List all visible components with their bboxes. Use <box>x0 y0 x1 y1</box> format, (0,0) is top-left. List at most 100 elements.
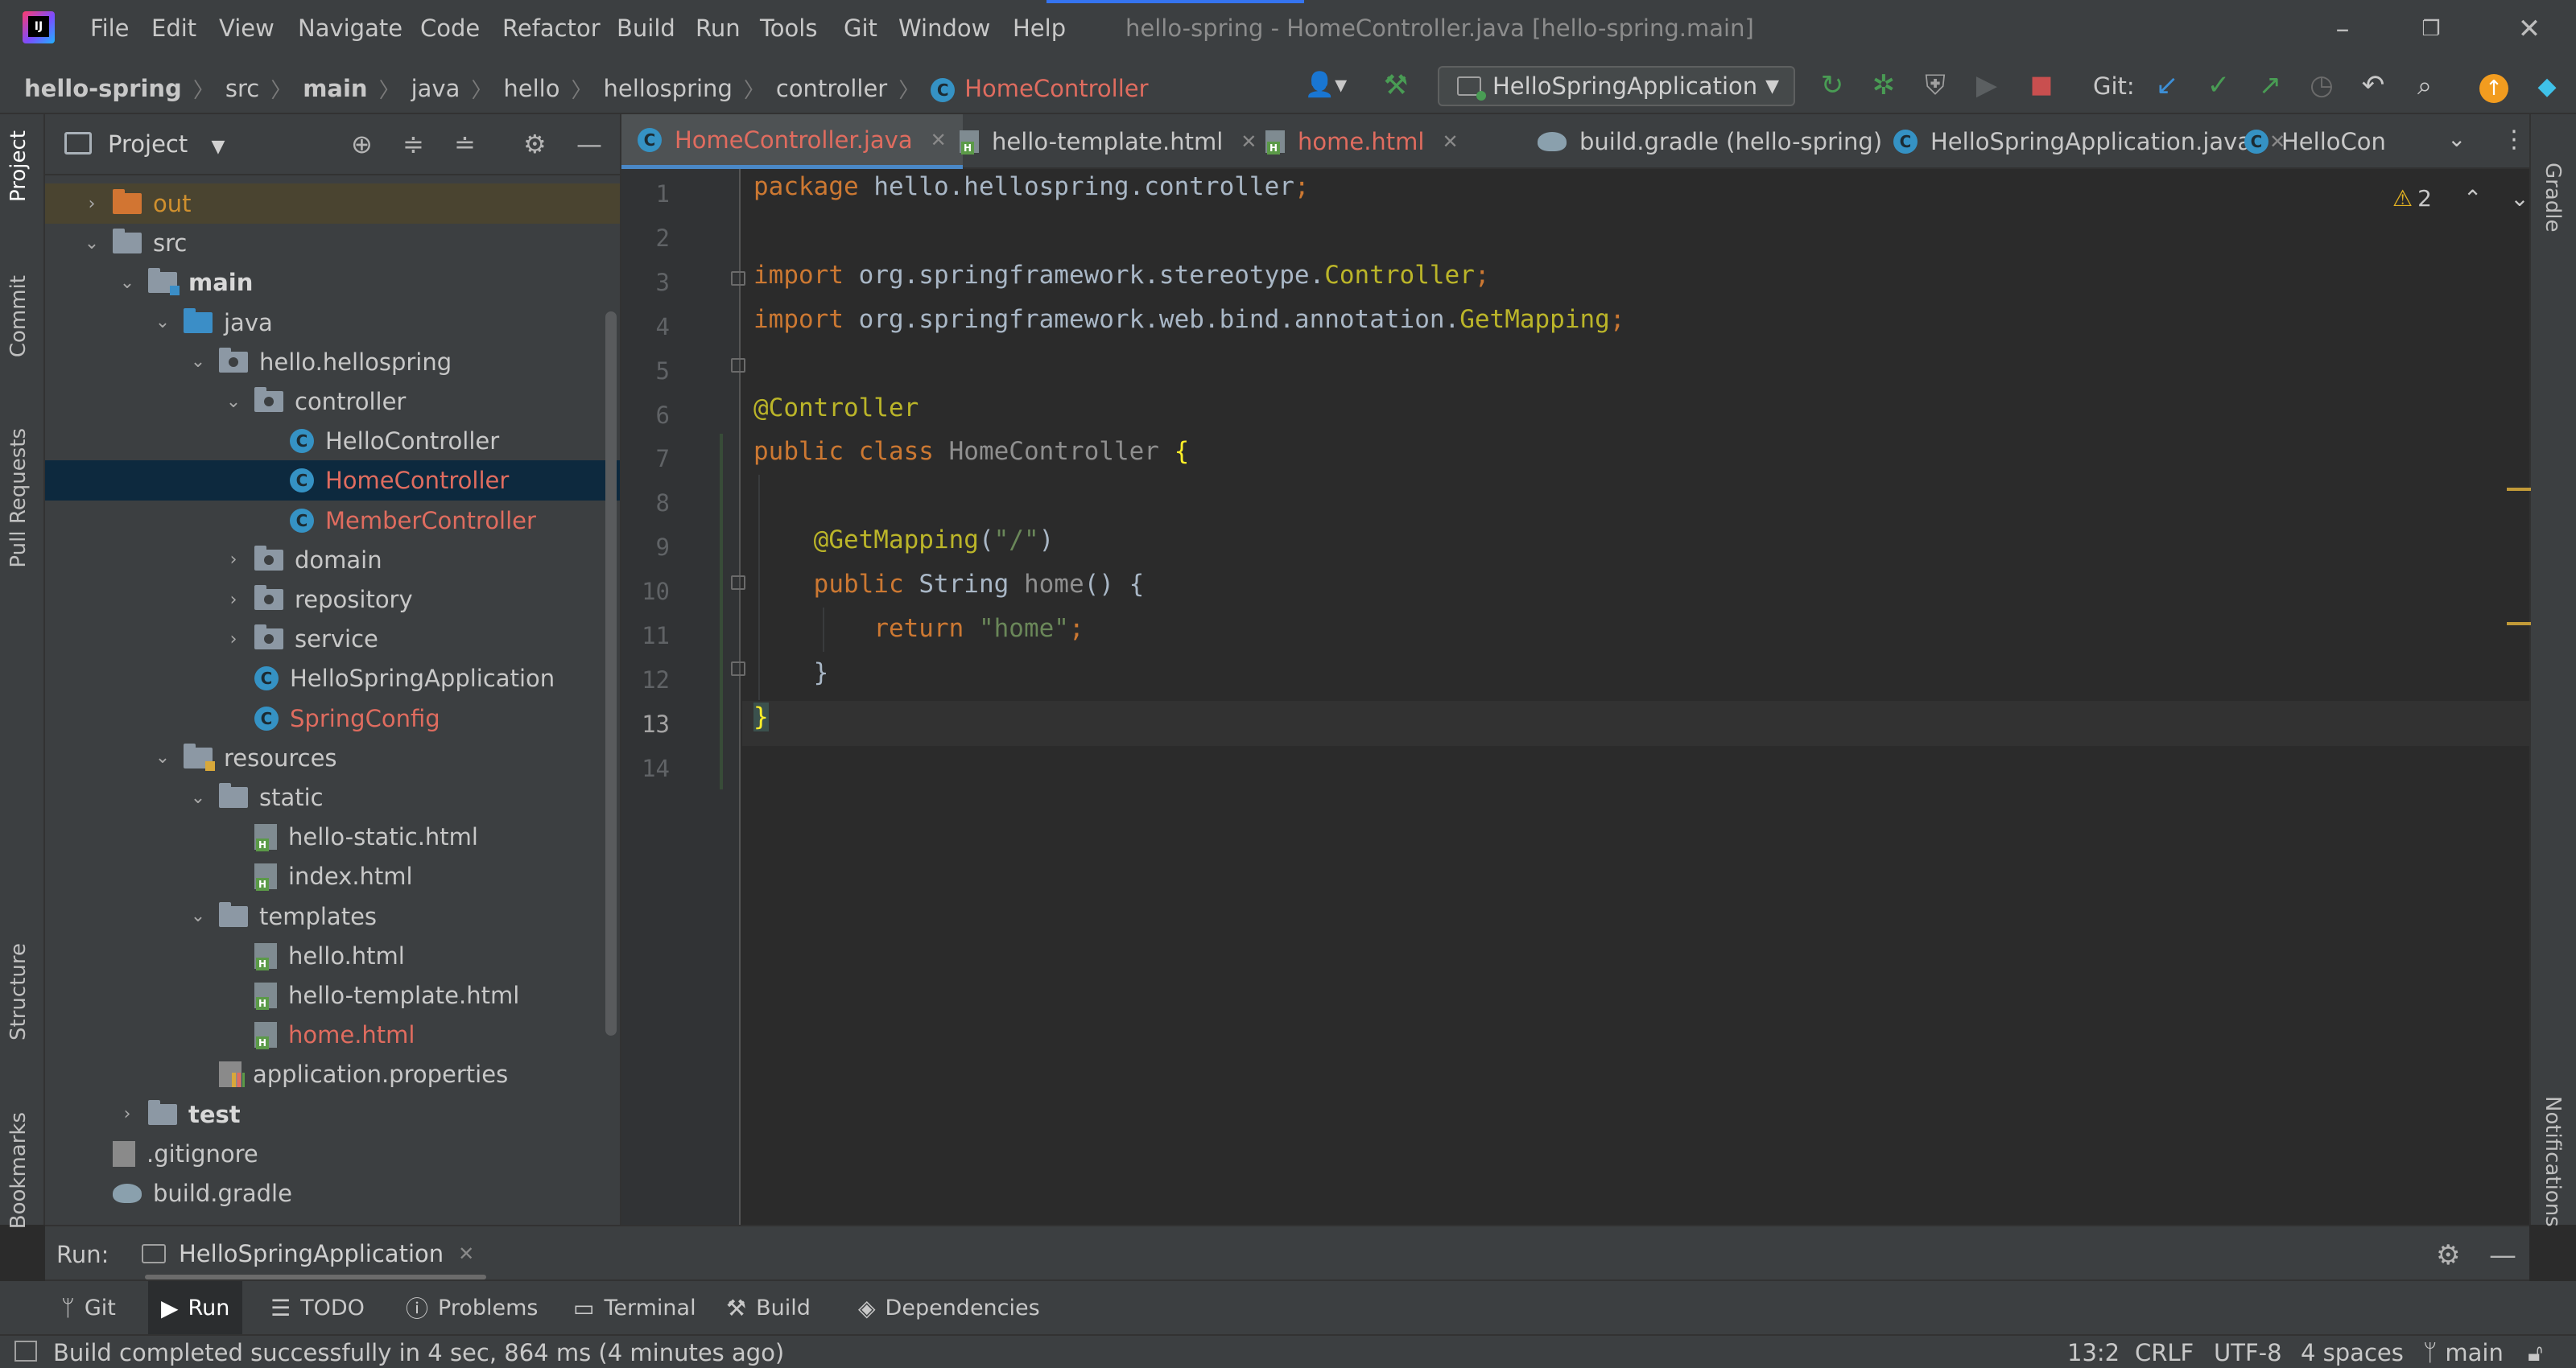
rerun-icon[interactable]: ↻ <box>1814 69 1850 101</box>
bottom-tab-terminal[interactable]: ▭ Terminal <box>560 1281 709 1334</box>
caret-position[interactable]: 13:2 <box>2067 1339 2120 1366</box>
line-separator[interactable]: CRLF <box>2135 1339 2194 1366</box>
expand-all-icon[interactable]: ≑ <box>402 129 424 159</box>
tree-item[interactable]: index.html <box>45 856 620 896</box>
chevron-right-icon[interactable]: › <box>224 550 243 570</box>
tree-item[interactable]: hello.html <box>45 936 620 976</box>
tree-item[interactable]: C SpringConfig <box>45 698 620 739</box>
minimize-button[interactable]: – <box>2318 8 2367 50</box>
breadcrumb-item[interactable]: hellospring <box>603 75 732 102</box>
breadcrumb-item[interactable]: hello-spring <box>24 75 182 102</box>
git-push-icon[interactable]: ↗ <box>2252 69 2288 101</box>
menu-file[interactable]: File <box>90 14 130 42</box>
bottom-tab-dependencies[interactable]: ◈ Dependencies <box>845 1281 1053 1334</box>
tree-item[interactable]: ⌄ templates <box>45 896 620 937</box>
chevron-down-icon[interactable]: ⌄ <box>188 788 208 808</box>
tree-item[interactable]: home.html <box>45 1015 620 1055</box>
tool-tab-commit[interactable]: Commit <box>6 275 39 357</box>
restore-button[interactable]: ❐ <box>2407 8 2455 50</box>
tree-item[interactable]: application.properties <box>45 1054 620 1094</box>
run-play-icon[interactable]: ▶ <box>1969 69 2004 101</box>
tree-item[interactable]: C HelloController <box>45 421 620 461</box>
tree-item[interactable]: hello-static.html <box>45 817 620 857</box>
tree-item[interactable]: ⌄ controller <box>45 381 620 422</box>
debug-bug-icon[interactable]: ✲ <box>1866 69 1901 101</box>
chevron-right-icon[interactable]: › <box>82 194 101 214</box>
gear-icon[interactable]: ⚙ <box>523 129 547 159</box>
tree-item[interactable]: › service <box>45 619 620 659</box>
code-editor[interactable]: 1 2 3 4 5 6 7 8 9 10 11 12 13 14 package hello.hellos… <box>621 169 2531 1225</box>
tree-item[interactable]: .gitignore <box>45 1134 620 1174</box>
tool-tab-project[interactable]: Project <box>6 130 39 202</box>
tree-item[interactable]: › repository <box>45 579 620 620</box>
file-encoding[interactable]: UTF-8 <box>2214 1339 2282 1366</box>
breadcrumb-item[interactable]: java <box>411 75 460 102</box>
tree-item[interactable]: ⌄ static <box>45 777 620 818</box>
menu-tools[interactable]: Tools <box>760 14 817 42</box>
git-update-icon[interactable]: ↙ <box>2149 69 2185 101</box>
hide-panel-icon[interactable]: — <box>2489 1239 2516 1271</box>
lock-icon[interactable]: 🔓︎ <box>2528 1339 2543 1367</box>
tool-tab-structure[interactable]: Structure <box>6 943 39 1040</box>
locate-file-icon[interactable]: ⊕ <box>351 129 373 159</box>
tree-item[interactable]: ⌄ resources <box>45 738 620 778</box>
project-view-selector[interactable]: Project ▼ <box>108 130 225 158</box>
show-tabs-chevron-icon[interactable]: ⌄ <box>2447 126 2466 152</box>
warning-stripe-mark[interactable] <box>2507 488 2531 491</box>
tree-item[interactable]: › out <box>45 183 620 224</box>
previous-highlight-icon[interactable]: ⌃ <box>2463 185 2482 212</box>
breadcrumb-item[interactable]: main <box>303 75 367 102</box>
breadcrumb-item[interactable]: hello <box>503 75 559 102</box>
tree-item[interactable]: hello-template.html <box>45 975 620 1016</box>
menu-help[interactable]: Help <box>1013 14 1066 42</box>
git-branch-widget[interactable]: ᛘ main <box>2423 1339 2504 1366</box>
tree-item[interactable]: C MemberController <box>45 501 620 541</box>
chevron-down-icon[interactable]: ⌄ <box>153 312 172 332</box>
editor-tab[interactable]: C HelloCon <box>2228 114 2402 169</box>
close-window-button[interactable]: ✕ <box>2505 8 2553 50</box>
fold-marker-icon[interactable] <box>731 358 745 373</box>
tree-item[interactable]: › test <box>45 1094 620 1135</box>
run-tab[interactable]: HelloSpringApplication ✕ <box>142 1226 474 1281</box>
editor-tab[interactable]: home.html ✕ <box>1249 114 1475 169</box>
tree-item[interactable]: build.gradle <box>45 1173 620 1213</box>
update-available-icon[interactable]: ↑ <box>2479 74 2508 103</box>
chevron-down-icon[interactable]: ⌄ <box>118 273 137 293</box>
tree-item[interactable]: ⌄ hello.hellospring <box>45 342 620 382</box>
chevron-right-icon[interactable]: › <box>224 590 243 610</box>
editor-tab[interactable]: build.gradle (hello-spring)✕ <box>1521 114 1932 169</box>
tool-tab-notifications[interactable]: Notifications <box>2541 1096 2565 1227</box>
menu-edit[interactable]: Edit <box>151 14 196 42</box>
breadcrumb-item[interactable]: src <box>225 75 259 102</box>
tree-item[interactable]: ⌄ java <box>45 303 620 343</box>
menu-view[interactable]: View <box>219 14 275 42</box>
editor-tab[interactable]: hello-template.html✕ <box>943 114 1273 169</box>
next-highlight-icon[interactable]: ⌄ <box>2510 185 2529 212</box>
chevron-down-icon[interactable]: ⌄ <box>188 906 208 926</box>
menu-code[interactable]: Code <box>420 14 480 42</box>
bottom-tab-run[interactable]: ▶ Run <box>148 1281 243 1334</box>
chevron-down-icon[interactable]: ⌄ <box>188 352 208 372</box>
coverage-shield-icon[interactable]: ⛨ <box>1918 69 1953 101</box>
rollback-icon[interactable]: ↶ <box>2355 69 2391 101</box>
run-configuration-select[interactable]: HelloSpringApplication ▼ <box>1438 66 1795 106</box>
chevron-right-icon[interactable]: › <box>224 629 243 649</box>
bottom-tab-git[interactable]: ᛘ Git <box>48 1281 129 1334</box>
code-with-me-icon[interactable]: ◆ <box>2531 71 2563 103</box>
close-icon[interactable]: ✕ <box>458 1242 474 1265</box>
fold-marker-icon[interactable] <box>731 661 745 676</box>
collapse-all-icon[interactable]: ≐ <box>454 129 476 159</box>
user-account-icon[interactable]: 👤▾ <box>1298 69 1354 101</box>
bottom-tab-problems[interactable]: ⓘ Problems <box>393 1281 551 1334</box>
tree-item[interactable]: ⌄ main <box>45 262 620 303</box>
toggle-tool-windows-icon[interactable] <box>14 1341 37 1362</box>
chevron-down-icon[interactable]: ⌄ <box>82 233 101 253</box>
indent-setting[interactable]: 4 spaces <box>2301 1339 2404 1366</box>
tree-item[interactable]: › domain <box>45 540 620 580</box>
breadcrumb-item[interactable]: controller <box>776 75 887 102</box>
menu-git[interactable]: Git <box>844 14 877 42</box>
gear-icon[interactable]: ⚙ <box>2436 1239 2460 1271</box>
chevron-down-icon[interactable]: ⌄ <box>224 392 243 412</box>
chevron-down-icon[interactable]: ⌄ <box>153 748 172 768</box>
tree-item[interactable]: C HelloSpringApplication <box>45 658 620 698</box>
